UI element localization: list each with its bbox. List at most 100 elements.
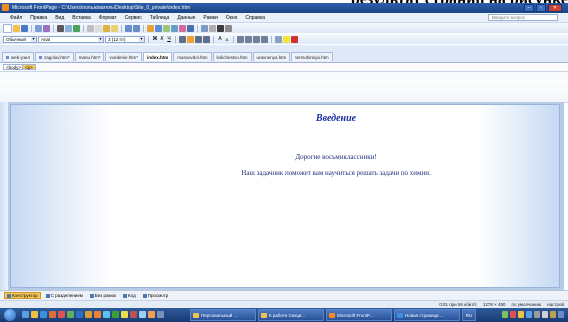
tab-index[interactable]: index.htm bbox=[142, 52, 173, 61]
tray-icon[interactable] bbox=[502, 311, 508, 318]
insert-picture-icon[interactable] bbox=[171, 24, 178, 32]
tab-web-site[interactable]: web-узел bbox=[2, 52, 34, 61]
menu-help[interactable]: Справка bbox=[245, 15, 265, 21]
font-color-icon[interactable] bbox=[291, 35, 298, 43]
decrease-indent-icon[interactable] bbox=[253, 35, 260, 43]
new-page-icon[interactable] bbox=[3, 23, 12, 33]
tab-vvedenie[interactable]: vvedenie.htm* bbox=[105, 52, 142, 61]
hyperlink-icon[interactable] bbox=[187, 24, 194, 32]
highlight-icon[interactable] bbox=[283, 35, 290, 43]
print-icon[interactable] bbox=[57, 24, 64, 32]
messenger-icon[interactable] bbox=[139, 311, 146, 318]
justify-icon[interactable] bbox=[203, 35, 210, 43]
tab-kolichestvo[interactable]: kolichestvo.htm bbox=[212, 52, 252, 61]
redo-icon[interactable] bbox=[133, 24, 140, 32]
firefox-icon[interactable] bbox=[94, 311, 101, 318]
ie-icon[interactable] bbox=[40, 311, 47, 318]
volume-icon[interactable] bbox=[542, 311, 548, 318]
greeting-paragraph[interactable]: Дорогие восьмиклассники! bbox=[111, 153, 561, 161]
underline-button[interactable]: Ч bbox=[166, 36, 172, 43]
insert-table-icon[interactable] bbox=[155, 24, 162, 32]
frontpage-quick-icon[interactable] bbox=[148, 311, 155, 318]
network-icon[interactable] bbox=[534, 311, 540, 318]
tab-code[interactable]: Код bbox=[121, 292, 138, 299]
task-new-page[interactable]: Новая страница ... bbox=[394, 309, 460, 321]
tray-icon[interactable] bbox=[510, 311, 516, 318]
format-painter-icon[interactable] bbox=[111, 24, 118, 32]
increase-indent-icon[interactable] bbox=[261, 35, 268, 43]
insert-layer-icon[interactable] bbox=[163, 24, 170, 32]
excel-icon[interactable] bbox=[112, 311, 119, 318]
page-resolution[interactable]: 1278 × 490 bbox=[483, 302, 506, 307]
insert-web-component-icon[interactable] bbox=[147, 24, 154, 32]
menu-insert[interactable]: Вставка bbox=[72, 15, 91, 21]
italic-button[interactable]: К bbox=[159, 36, 165, 43]
maximize-button[interactable]: ▫ bbox=[536, 4, 546, 12]
increase-font-button[interactable]: A bbox=[217, 36, 223, 43]
task-personal[interactable]: Персональный ... bbox=[190, 309, 256, 321]
tab-preview[interactable]: Просмотр bbox=[141, 292, 171, 299]
preview-icon[interactable] bbox=[65, 24, 72, 32]
stop-icon[interactable] bbox=[209, 24, 216, 32]
tab-massovdol[interactable]: massovdol.htm bbox=[173, 52, 212, 61]
show-desktop-tray-icon[interactable] bbox=[558, 311, 564, 318]
folder-icon[interactable] bbox=[85, 311, 92, 318]
help-search-input[interactable]: Введите вопрос bbox=[488, 14, 558, 21]
task-frontpage[interactable]: Microsoft FrontP... bbox=[326, 309, 392, 321]
tab-no-frames[interactable]: Без рамок bbox=[88, 292, 118, 299]
align-left-icon[interactable] bbox=[179, 35, 186, 43]
cut-icon[interactable] bbox=[87, 24, 94, 32]
save-icon[interactable] bbox=[21, 24, 28, 32]
decrease-font-button[interactable]: A bbox=[224, 36, 230, 43]
menu-data[interactable]: Данные bbox=[177, 15, 195, 21]
show-desktop-icon[interactable] bbox=[22, 311, 29, 318]
task-work[interactable]: К работе Секци... bbox=[258, 309, 324, 321]
paragraph-marks-icon[interactable] bbox=[217, 24, 224, 32]
start-button[interactable] bbox=[4, 309, 16, 321]
tab-termohimiya[interactable]: termohimiya.htm bbox=[291, 52, 333, 61]
tab-split[interactable]: С разделением bbox=[44, 292, 85, 299]
menu-edit[interactable]: Правка bbox=[30, 15, 47, 21]
borders-icon[interactable] bbox=[275, 35, 282, 43]
app-icon[interactable] bbox=[67, 311, 74, 318]
clock-icon[interactable] bbox=[550, 311, 556, 318]
explorer-icon[interactable] bbox=[31, 311, 38, 318]
word-icon[interactable] bbox=[76, 311, 83, 318]
menu-file[interactable]: Файл bbox=[10, 15, 22, 21]
skype-icon[interactable] bbox=[103, 311, 110, 318]
bullets-icon[interactable] bbox=[245, 35, 252, 43]
align-right-icon[interactable] bbox=[195, 35, 202, 43]
paste-icon[interactable] bbox=[103, 24, 110, 32]
tab-zagolov[interactable]: zagolov.htm* bbox=[35, 52, 74, 61]
header-frame[interactable] bbox=[0, 80, 568, 103]
font-size-select[interactable]: 3 (12 пт) ▼ bbox=[105, 35, 145, 43]
publish-icon[interactable] bbox=[35, 24, 42, 32]
tab-uravnenya[interactable]: uravnenya.htm bbox=[252, 52, 291, 61]
menu-frames[interactable]: Рамки bbox=[203, 15, 217, 21]
tag-body[interactable]: <body> bbox=[3, 64, 25, 70]
language-indicator[interactable]: RU bbox=[462, 309, 476, 321]
minimize-button[interactable]: – bbox=[524, 4, 534, 12]
tray-icon[interactable] bbox=[526, 311, 532, 318]
font-select[interactable]: Arial ▼ bbox=[38, 35, 104, 43]
open-folder-icon[interactable] bbox=[13, 24, 20, 32]
drawing-icon[interactable] bbox=[179, 24, 186, 32]
tab-design[interactable]: Конструктор bbox=[4, 292, 41, 299]
numbering-icon[interactable] bbox=[237, 35, 244, 43]
menu-tools[interactable]: Сервис bbox=[125, 15, 142, 21]
menu-window[interactable]: Окно bbox=[226, 15, 238, 21]
page-canvas[interactable]: Введение Дорогие восьмиклассники! Наш за… bbox=[10, 104, 560, 288]
menu-view[interactable]: Вид bbox=[55, 15, 64, 21]
copy-icon[interactable] bbox=[95, 24, 102, 32]
media-icon[interactable] bbox=[49, 311, 56, 318]
toggle-pane-icon[interactable] bbox=[43, 24, 50, 32]
refresh-icon[interactable] bbox=[201, 24, 208, 32]
close-button[interactable]: ✕ bbox=[548, 4, 562, 12]
tab-manu[interactable]: manu.htm* bbox=[74, 52, 105, 61]
menu-format[interactable]: Формат bbox=[99, 15, 117, 21]
menu-table[interactable]: Таблица bbox=[150, 15, 170, 21]
align-center-icon[interactable] bbox=[187, 35, 194, 43]
spelling-icon[interactable] bbox=[73, 24, 80, 32]
intro-paragraph[interactable]: Наш задачник поможет вам научиться решат… bbox=[111, 169, 561, 177]
style-select[interactable]: Обычный ▼ bbox=[3, 35, 37, 43]
